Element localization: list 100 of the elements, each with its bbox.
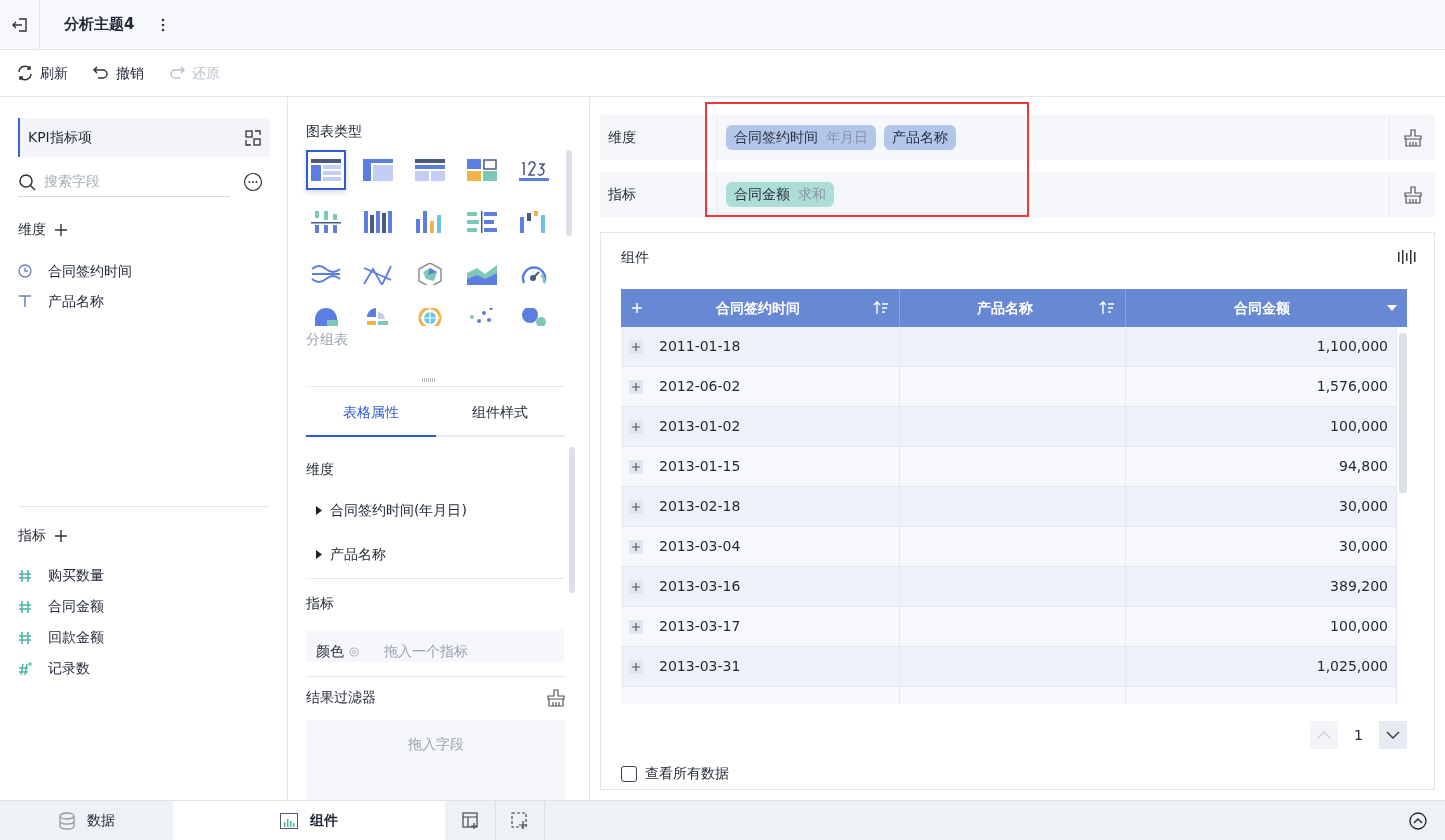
clear-brush-icon[interactable] <box>547 688 565 707</box>
table-cell-text: 2013-01-15 <box>659 457 741 476</box>
shelf-label: 指标 <box>600 172 718 217</box>
tiles-icon <box>467 159 497 181</box>
more-options-icon[interactable] <box>243 172 263 192</box>
add-icon[interactable] <box>54 528 68 543</box>
checkbox-label: 查看所有数据 <box>645 764 729 783</box>
field-item[interactable]: 产品名称 <box>18 286 270 316</box>
field-name: 合同金额 <box>48 597 104 616</box>
bar-chart-icon <box>363 211 393 233</box>
sort-icon[interactable] <box>1099 301 1115 315</box>
panel-tab[interactable]: 组件样式 <box>435 387 565 437</box>
field-name: 产品名称 <box>48 291 104 311</box>
table-icon <box>415 159 445 181</box>
table-icon <box>311 159 341 181</box>
barcode-icon[interactable] <box>1398 250 1416 264</box>
table-icon <box>363 159 393 181</box>
drop-hint: 拖入字段 <box>407 735 464 755</box>
table-cell-text: 1,576,000 <box>1316 377 1388 396</box>
table-cell-text: 2013-03-16 <box>659 577 741 596</box>
table-cell-text: 94,800 <box>1339 457 1388 476</box>
redo-icon <box>168 64 186 82</box>
hash-icon <box>18 568 32 583</box>
scrollbar[interactable] <box>566 150 572 236</box>
gauge-icon <box>519 263 549 285</box>
topic-title: 分析主题4 <box>64 14 135 36</box>
field-pill[interactable]: 合同签约时间 年月日 <box>726 125 876 150</box>
property-name: 合同签约时间(年月日) <box>330 500 467 520</box>
area-chart-icon <box>467 263 497 285</box>
sort-icon[interactable] <box>873 301 889 315</box>
bar-chart-icon <box>280 812 298 829</box>
resize-handle-icon[interactable] <box>420 378 437 382</box>
property-item[interactable]: 合同签约时间(年月日) <box>306 488 564 532</box>
field-item[interactable]: 记录数 <box>18 653 270 684</box>
toolbar-button[interactable]: 刷新 <box>16 62 68 84</box>
table-cell-text: 2013-02-18 <box>659 497 741 516</box>
field-name: 回款金额 <box>48 628 104 647</box>
section-title: 结果过滤器 <box>306 688 376 708</box>
field-item[interactable]: 合同签约时间 <box>18 256 270 286</box>
horizontal-bar-icon <box>467 211 497 233</box>
checkbox[interactable] <box>621 765 637 782</box>
undo-icon <box>92 64 110 82</box>
field-item[interactable]: 回款金额 <box>18 622 270 653</box>
clear-brush-icon[interactable] <box>1403 128 1422 147</box>
database-icon <box>58 811 75 830</box>
field-pill[interactable]: 合同金额 求和 <box>726 182 834 207</box>
table-cell-text: 100,000 <box>1330 417 1388 436</box>
table-cell-text: 100,000 <box>1330 617 1388 636</box>
chart-type-option[interactable] <box>306 150 346 190</box>
panel-title: 图表类型 <box>306 122 363 141</box>
table-cell-text: 2011-01-18 <box>659 337 741 356</box>
table-cell-text: 2013-01-02 <box>659 417 741 436</box>
dataset-selector[interactable]: KPI指标项 <box>18 118 270 157</box>
scrollbar[interactable] <box>569 447 575 593</box>
property-item[interactable]: 产品名称 <box>306 532 564 576</box>
table-cell-text: 2013-03-31 <box>659 657 741 676</box>
radar-icon <box>415 263 445 285</box>
number-icon <box>519 159 549 181</box>
bubble-icon <box>519 308 549 326</box>
exit-icon[interactable] <box>10 15 29 34</box>
expand-icon[interactable] <box>629 579 643 594</box>
color-label: 颜色 <box>316 642 344 661</box>
field-name: 购买数量 <box>48 566 104 585</box>
chevron-up-icon <box>1317 731 1332 739</box>
expand-icon[interactable] <box>629 659 643 674</box>
switch-icon[interactable] <box>244 128 262 147</box>
expand-icon[interactable] <box>629 539 643 554</box>
refresh-icon <box>16 64 34 82</box>
shelf-label: 维度 <box>600 115 718 160</box>
add-icon[interactable] <box>54 222 68 237</box>
table-cell-text: 1,100,000 <box>1316 337 1388 356</box>
search-icon <box>18 172 36 191</box>
toolbar-button[interactable]: 撤销 <box>92 62 144 84</box>
field-name: 合同签约时间 <box>48 261 132 281</box>
dataset-name: KPI指标项 <box>28 128 92 147</box>
field-item[interactable]: 合同金额 <box>18 591 270 622</box>
bar-chart-icon <box>311 211 341 233</box>
scrollbar[interactable] <box>1399 333 1407 493</box>
field-pill[interactable]: 产品名称 <box>884 125 956 150</box>
expand-icon[interactable] <box>629 339 643 354</box>
collapse-up-icon[interactable] <box>1409 811 1427 830</box>
field-item[interactable]: 购买数量 <box>18 560 270 591</box>
section-title: 指标 <box>18 526 46 545</box>
bottom-tab[interactable]: 组件 <box>173 800 445 840</box>
add-component-icon[interactable] <box>511 811 529 830</box>
page-down-button[interactable] <box>1379 721 1407 749</box>
more-icon[interactable] <box>160 16 167 33</box>
hash-icon <box>18 630 32 645</box>
add-table-icon[interactable] <box>462 811 480 830</box>
expand-icon[interactable] <box>629 379 643 394</box>
expand-arrow-icon <box>316 549 322 559</box>
hash-star-icon <box>18 661 32 676</box>
expand-icon[interactable] <box>629 419 643 434</box>
expand-icon[interactable] <box>629 459 643 474</box>
dropdown-icon[interactable] <box>1387 305 1397 311</box>
clear-brush-icon[interactable] <box>1403 185 1422 204</box>
table-cell-text: 2013-03-17 <box>659 617 741 636</box>
expand-icon[interactable] <box>629 499 643 514</box>
expand-icon[interactable] <box>629 619 643 634</box>
panel-tab[interactable]: 表格属性 <box>306 387 436 437</box>
